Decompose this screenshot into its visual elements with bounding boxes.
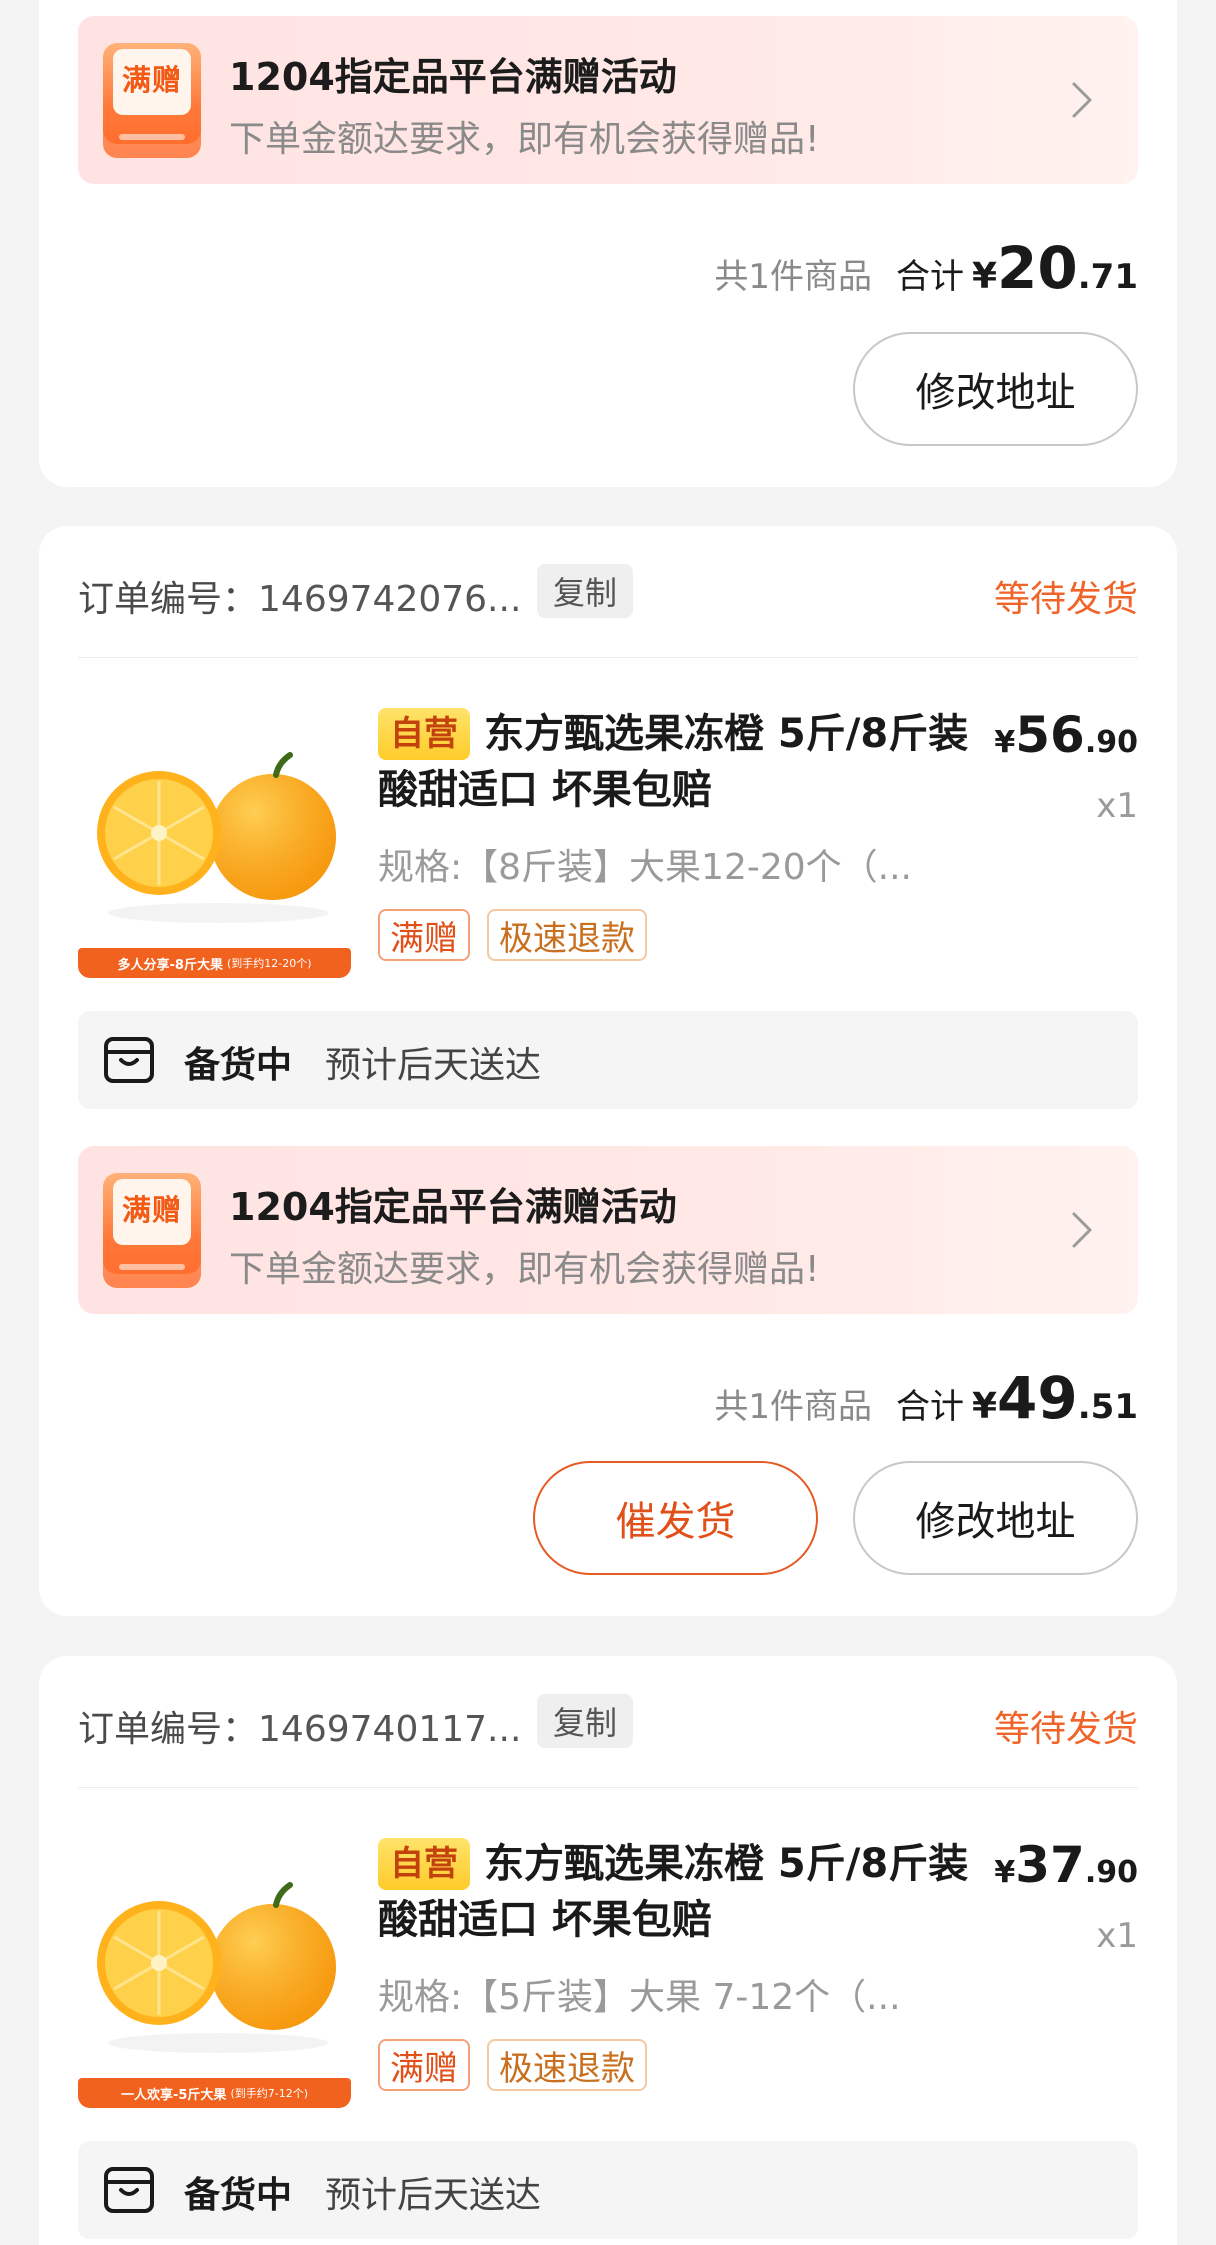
shipping-status: 备货中	[184, 2175, 293, 2216]
copy-button[interactable]: 复制	[537, 1694, 633, 1748]
order-status: 等待发货	[993, 1709, 1138, 1750]
order-number-label: 订单编号：	[78, 1709, 259, 1750]
order-number: 订单编号：1469742076...	[78, 570, 521, 622]
gift-badge-label: 满赠	[121, 63, 182, 97]
currency-symbol: ¥	[971, 1386, 998, 1427]
order-list-page: 满赠 1204指定品平台满赠活动 下单金额达要求，即有机会获得赠品! 共1件商品…	[0, 0, 1216, 2245]
total-integer: 20	[997, 234, 1078, 302]
item-count: 共1件商品	[714, 1387, 872, 1427]
total-integer: 49	[997, 1364, 1078, 1432]
order-number-value: 1469742076...	[258, 579, 522, 620]
package-icon	[104, 1037, 154, 1083]
shipping-status-bar[interactable]: 备货中 预计后天送达	[78, 2141, 1138, 2239]
shipping-eta: 预计后天送达	[325, 1045, 542, 1086]
chevron-right-icon	[1072, 1212, 1092, 1248]
tag-fast-refund: 极速退款	[487, 2039, 647, 2091]
order-status: 等待发货	[993, 579, 1138, 620]
tag-gift: 满赠	[378, 909, 470, 961]
product-image[interactable]: 一人欢享-5斤大果 (到手约7-12个)	[78, 1835, 351, 2108]
modify-address-button[interactable]: 修改地址	[853, 332, 1138, 446]
copy-button[interactable]: 复制	[537, 564, 633, 618]
order-number-label: 订单编号：	[78, 579, 259, 620]
order-number-value: 1469740117...	[258, 1709, 522, 1750]
self-operated-badge: 自营	[378, 708, 470, 760]
self-operated-badge: 自营	[378, 1838, 470, 1890]
total-decimal: .51	[1077, 1387, 1138, 1427]
gift-badge-label: 满赠	[121, 1193, 182, 1227]
promo-subtitle: 下单金额达要求，即有机会获得赠品!	[229, 119, 820, 160]
order-card: 订单编号：1469742076... 复制 等待发货 多人分享-8斤大果 (到手…	[39, 526, 1177, 1616]
product-image-banner: 一人欢享-5斤大果 (到手约7-12个)	[78, 2078, 351, 2108]
urge-shipment-button[interactable]: 催发货	[533, 1461, 818, 1575]
order-card: 满赠 1204指定品平台满赠活动 下单金额达要求，即有机会获得赠品! 共1件商品…	[39, 0, 1177, 487]
total-decimal: .71	[1077, 257, 1138, 297]
product-spec: 规格:【8斤装】大果12-20个（...	[378, 847, 912, 888]
order-number: 订单编号：1469740117...	[78, 1700, 521, 1752]
gift-badge-icon: 满赠	[103, 43, 201, 158]
package-icon	[104, 2167, 154, 2213]
product-title[interactable]: 自营 东方甄选果冻橙 5斤/8斤装 酸甜适口 坏果包赔	[378, 706, 978, 818]
total-label: 合计	[895, 257, 964, 297]
promo-title: 1204指定品平台满赠活动	[229, 1185, 677, 1229]
promo-banner[interactable]: 满赠 1204指定品平台满赠活动 下单金额达要求，即有机会获得赠品!	[78, 16, 1138, 184]
modify-address-button[interactable]: 修改地址	[853, 1461, 1138, 1575]
shipping-eta: 预计后天送达	[325, 2175, 542, 2216]
product-image[interactable]: 多人分享-8斤大果 (到手约12-20个)	[78, 705, 351, 978]
promo-title: 1204指定品平台满赠活动	[229, 55, 677, 99]
product-spec: 规格:【5斤装】大果 7-12个（...	[378, 1977, 901, 2018]
order-total: 共1件商品 合计 ¥49.51	[714, 1364, 1138, 1434]
gift-badge-icon: 满赠	[103, 1173, 201, 1288]
tag-fast-refund: 极速退款	[487, 909, 647, 961]
tag-gift: 满赠	[378, 2039, 470, 2091]
chevron-right-icon	[1072, 82, 1092, 118]
currency-symbol: ¥	[971, 256, 998, 297]
order-total: 共1件商品 合计 ¥20.71	[714, 234, 1138, 304]
shipping-status: 备货中	[184, 1045, 293, 1086]
product-price: ¥37.90	[994, 1836, 1138, 1894]
product-title[interactable]: 自营 东方甄选果冻橙 5斤/8斤装 酸甜适口 坏果包赔	[378, 1836, 978, 1948]
product-quantity: x1	[1096, 786, 1138, 826]
orange-image	[97, 1882, 336, 2053]
product-quantity: x1	[1096, 1916, 1138, 1956]
product-image-banner: 多人分享-8斤大果 (到手约12-20个)	[78, 948, 351, 978]
orange-image	[97, 752, 336, 923]
shipping-status-bar[interactable]: 备货中 预计后天送达	[78, 1011, 1138, 1109]
total-label: 合计	[895, 1387, 964, 1427]
order-card: 订单编号：1469740117... 复制 等待发货 一人欢享-5斤大果 (到手…	[39, 1656, 1177, 2245]
promo-subtitle: 下单金额达要求，即有机会获得赠品!	[229, 1249, 820, 1290]
divider	[78, 657, 1138, 658]
product-price: ¥56.90	[994, 706, 1138, 764]
promo-banner[interactable]: 满赠 1204指定品平台满赠活动 下单金额达要求，即有机会获得赠品!	[78, 1146, 1138, 1314]
divider	[78, 1787, 1138, 1788]
item-count: 共1件商品	[714, 257, 872, 297]
